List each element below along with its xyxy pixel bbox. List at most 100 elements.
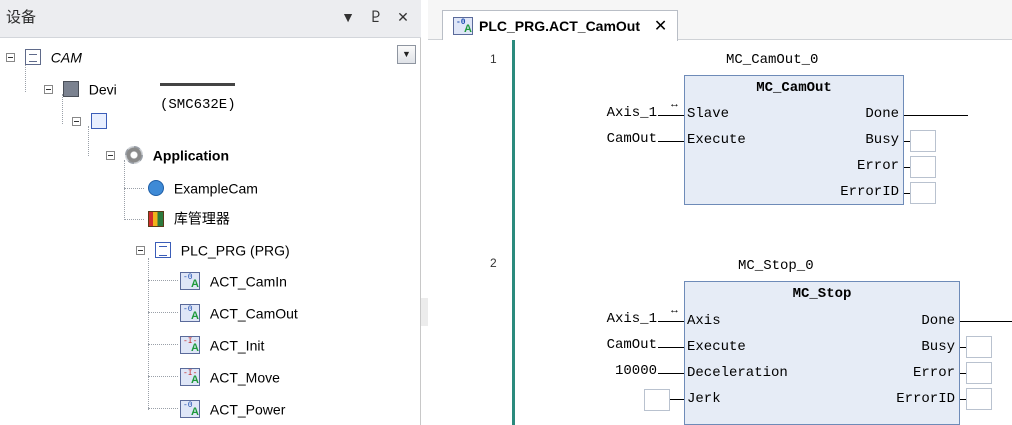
tree-dropdown-chevron-down-icon[interactable]: ▼ [397,45,416,64]
input-wire [658,321,684,322]
output-variable-field[interactable] [966,336,992,358]
tree-connector [148,312,178,313]
fb-input-variable[interactable]: Axis_1 [607,311,657,327]
collapse-toggle-icon[interactable] [106,150,115,160]
fb-output-pin: Error [912,365,955,381]
tree-connector [148,280,178,281]
tree-item-label: ACT_CamOut [209,305,298,322]
tree-item-application[interactable]: Application [106,140,229,168]
fb-input-pin: Execute [687,339,746,355]
pane-close-icon[interactable]: ✕ [392,6,414,28]
network-number: 2 [490,256,497,270]
device-icon [62,81,79,98]
tree-item-act-move[interactable]: -I- A ACT_Move [180,362,280,390]
editor-pane: -0 A PLC_PRG.ACT_CamOut ✕ 1 2 MC_CamOut_0… [428,0,1012,425]
tree-connector [124,160,125,220]
fb-input-variable[interactable]: CamOut [607,337,657,353]
input-wire [670,399,684,400]
tree-item-label: CAM [50,49,82,66]
application-gear-icon [124,146,143,165]
tree-connector [124,188,144,189]
tree-connector [148,408,178,409]
collapse-toggle-icon[interactable] [136,245,145,255]
tree-connector [148,344,178,345]
reference-arrow-icon: ↔ [669,98,680,110]
fb-input-variable[interactable]: Axis_1 [607,105,657,121]
tree-item-act-camout[interactable]: -0 A ACT_CamOut [150,298,430,326]
output-variable-field[interactable] [966,362,992,384]
program-icon [154,242,171,259]
reference-arrow-icon: ↔ [669,304,680,316]
input-wire [658,115,684,116]
tree-item-plc[interactable]: PLC [72,106,144,134]
device-tooltip: (SMC632E) [158,97,238,113]
collapse-toggle-icon[interactable] [6,52,15,62]
pane-pin-icon[interactable]: Ⴒ [365,6,387,28]
function-block-mc-stop[interactable]: MC_Stop Axis Execute Deceleration Jerk D… [684,281,960,425]
tree-item-label: ACT_CamIn [209,273,287,290]
tree-item-plc-prg[interactable]: PLC_PRG (PRG) [136,235,290,263]
tree-item-examplecam[interactable]: ExampleCam [148,173,258,201]
tree-connector [124,219,144,220]
action-icon: -0 A [180,304,200,323]
fb-output-pin: Error [856,158,899,174]
fb-input-pin: Execute [687,132,746,148]
action-icon: -0 A [180,272,200,291]
tree-item-library-manager[interactable]: 库管理器 [148,204,230,232]
tooltip-border [160,83,235,86]
fb-input-pin: Slave [687,106,730,122]
fb-input-variable[interactable]: 10000 [615,363,657,379]
fb-instance-name[interactable]: MC_Stop_0 [738,258,814,274]
action-icon: -0 A [180,400,200,419]
output-wire [904,115,968,116]
fb-output-pin: Busy [921,339,955,355]
device-pane-title: 设备 [6,8,37,26]
network-number: 1 [490,52,497,66]
device-pane-header: 设备 ▼ Ⴒ ✕ [0,0,421,38]
fb-output-pin: ErrorID [840,184,899,200]
tree-item-device[interactable]: Devi [44,74,117,102]
gutter-divider [512,40,515,425]
tab-plc-prg-act-camout[interactable]: -0 A PLC_PRG.ACT_CamOut ✕ [442,10,679,41]
fb-input-variable[interactable]: CamOut [607,131,657,147]
tree-item-cam[interactable]: CAM [6,42,82,70]
fb-instance-name[interactable]: MC_CamOut_0 [726,52,818,68]
fb-output-pin: Busy [865,132,899,148]
tree-item-act-camin[interactable]: -0 A ACT_CamIn [180,266,287,294]
tree-item-act-power[interactable]: -0 A ACT_Power [180,394,285,422]
fb-type-name: MC_CamOut [756,80,832,96]
output-variable-field[interactable] [910,182,936,204]
action-icon: -0 A [453,17,473,35]
output-wire [960,321,1012,322]
tree-item-label: PLC [116,113,145,130]
device-pane: 设备 ▼ Ⴒ ✕ CAM ▼ Devi (SMC632E) PLC Applic… [0,0,430,425]
cam-icon [148,180,164,197]
line-gutter [428,40,506,425]
output-variable-field[interactable] [966,388,992,410]
fb-input-pin: Axis [687,313,721,329]
tree-item-label: Devi [88,81,117,98]
library-manager-icon [148,211,164,228]
function-block-mc-camout[interactable]: MC_CamOut Slave Execute Done Busy Error … [684,75,904,205]
collapse-toggle-icon[interactable] [44,84,53,94]
tree-item-label: 库管理器 [173,211,230,228]
editor-tabbar: -0 A PLC_PRG.ACT_CamOut ✕ [428,0,1012,41]
tab-close-icon[interactable]: ✕ [654,18,667,35]
input-wire [658,347,684,348]
action-icon: -I- A [180,368,200,387]
tree-item-label: ExampleCam [173,180,258,197]
tree-item-label: PLC_PRG (PRG) [180,242,290,259]
action-icon: -I- A [180,336,200,355]
input-wire [658,373,684,374]
output-variable-field[interactable] [910,156,936,178]
input-variable-field[interactable] [644,389,670,411]
pane-menu-chevron-down-icon[interactable]: ▼ [337,6,359,28]
fb-input-pin: Deceleration [687,365,788,381]
project-doc-icon [24,49,41,66]
output-variable-field[interactable] [910,130,936,152]
collapse-toggle-icon[interactable] [72,116,81,126]
plc-icon [90,113,107,130]
tree-item-label: ACT_Move [209,369,280,386]
tree-item-act-init[interactable]: -I- A ACT_Init [180,330,264,358]
fb-input-pin: Jerk [687,391,721,407]
